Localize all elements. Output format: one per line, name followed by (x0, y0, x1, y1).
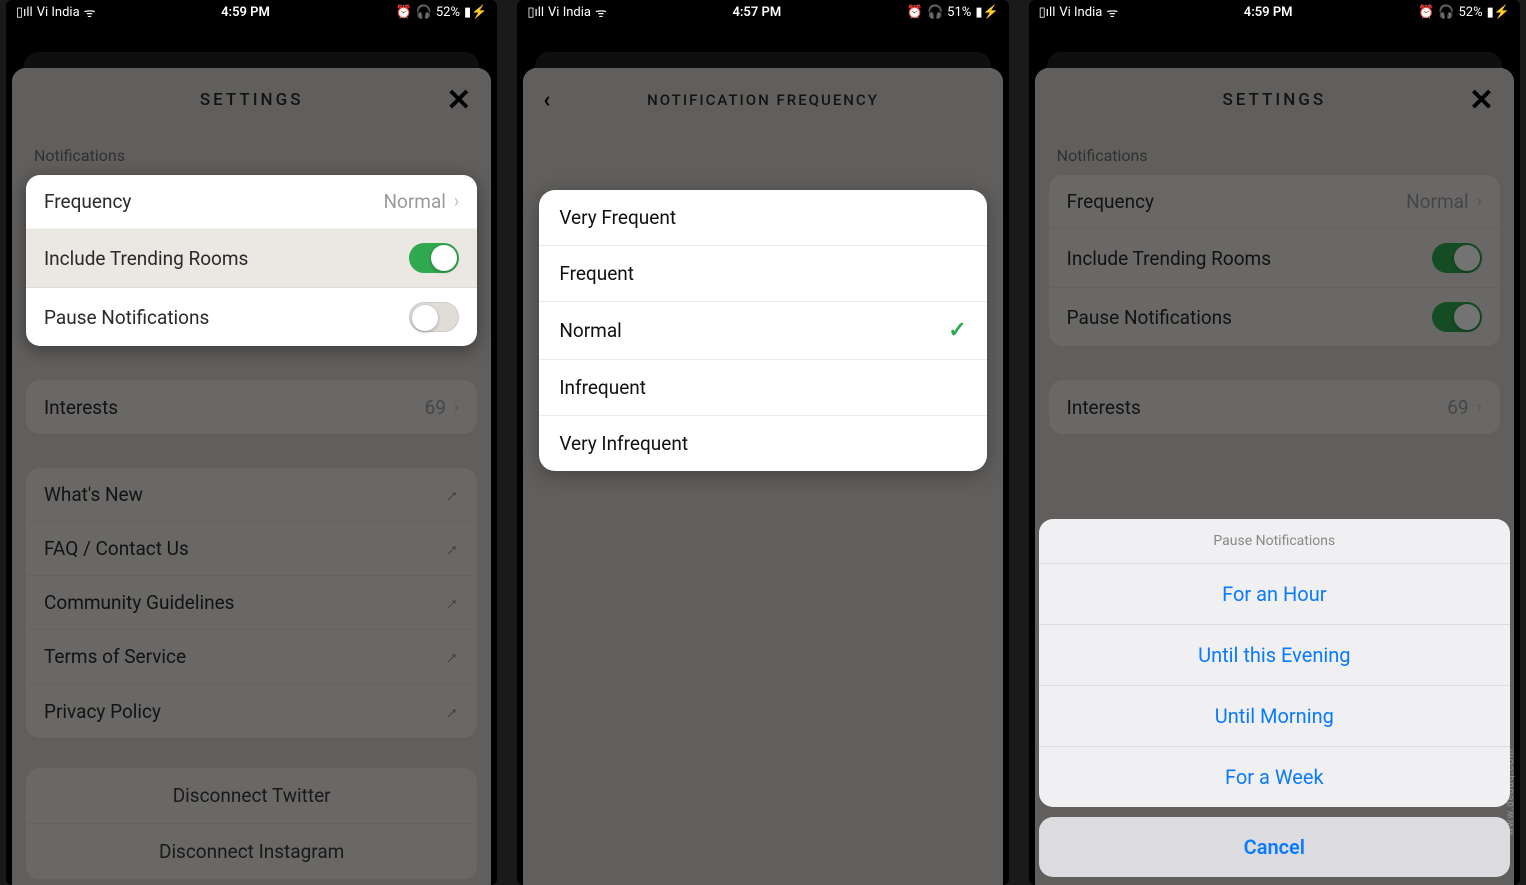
frequency-row[interactable]: Frequency Normal › (26, 175, 477, 229)
page-title: NOTIFICATION FREQUENCY (647, 91, 879, 109)
frequency-row[interactable]: Frequency Normal › (1049, 175, 1500, 229)
pause-week-option[interactable]: For a Week (1039, 747, 1510, 807)
terms-row[interactable]: Terms of Service → (26, 630, 477, 684)
screenshot-2: ▯ıll Vi India ᯤ 4:57 PM ⏰ 🎧 51% ▮⚡ ‹ NOT… (517, 0, 1008, 885)
pause-label: Pause Notifications (44, 306, 209, 329)
carrier-label: Vi India (37, 5, 80, 20)
status-bar: ▯ıll Vi India ᯤ 4:59 PM ⏰ 🎧 52% ▮⚡ (1029, 0, 1520, 22)
freq-option-very-infrequent[interactable]: Very Infrequent (539, 416, 986, 471)
status-time: 4:57 PM (732, 5, 781, 20)
wifi-icon: ᯤ (595, 3, 607, 21)
page-title: SETTINGS (200, 90, 304, 110)
freq-option-frequent[interactable]: Frequent (539, 246, 986, 302)
settings-sheet: SETTINGS ✕ Notifications Frequency Norma… (12, 68, 491, 885)
pause-row[interactable]: Pause Notifications (1049, 288, 1500, 346)
battery-icon: ▮⚡ (464, 5, 487, 20)
chevron-right-icon: › (1477, 191, 1482, 212)
disconnect-instagram-button[interactable]: Disconnect Instagram (26, 824, 477, 880)
frequency-options-card: Very Frequent Frequent Normal ✓ Infreque… (539, 190, 986, 471)
close-icon[interactable]: ✕ (1469, 83, 1494, 118)
status-time: 4:59 PM (221, 5, 270, 20)
freq-option-normal[interactable]: Normal ✓ (539, 302, 986, 360)
frequency-value: Normal (383, 190, 445, 213)
community-row[interactable]: Community Guidelines → (26, 576, 477, 630)
sheet-title: Pause Notifications (1039, 519, 1510, 564)
trending-label: Include Trending Rooms (44, 247, 248, 270)
status-bar: ▯ıll Vi India ᯤ 4:59 PM ⏰ 🎧 52% ▮⚡ (6, 0, 497, 22)
whats-new-row[interactable]: What's New → (26, 468, 477, 522)
back-icon[interactable]: ‹ (543, 88, 550, 113)
signal-icon: ▯ıll (1039, 5, 1056, 20)
pause-toggle[interactable] (1432, 302, 1482, 332)
section-notifications: Notifications (1035, 132, 1514, 171)
headphones-icon: 🎧 (927, 5, 943, 20)
interests-count: 69 (425, 396, 446, 419)
chevron-right-icon: › (1477, 397, 1482, 418)
status-time: 4:59 PM (1244, 5, 1293, 20)
battery-icon: ▮⚡ (975, 5, 998, 20)
headphones-icon: 🎧 (1438, 5, 1454, 20)
battery-label: 52% (1459, 5, 1483, 20)
faq-row[interactable]: FAQ / Contact Us → (26, 522, 477, 576)
screenshot-3: ▯ıll Vi India ᯤ 4:59 PM ⏰ 🎧 52% ▮⚡ SETTI… (1029, 0, 1520, 885)
external-link-icon: → (437, 535, 465, 563)
trending-row[interactable]: Include Trending Rooms (26, 229, 477, 288)
disconnect-twitter-button[interactable]: Disconnect Twitter (26, 768, 477, 824)
external-link-icon: → (437, 481, 465, 509)
alarm-icon: ⏰ (907, 5, 923, 20)
pause-morning-option[interactable]: Until Morning (1039, 686, 1510, 747)
close-icon[interactable]: ✕ (446, 83, 471, 118)
section-notifications: Notifications (12, 132, 491, 171)
signal-icon: ▯ıll (16, 5, 33, 20)
alarm-icon: ⏰ (1418, 5, 1434, 20)
check-icon: ✓ (948, 318, 966, 343)
interests-label: Interests (44, 396, 118, 419)
pause-toggle[interactable] (409, 302, 459, 332)
pause-row[interactable]: Pause Notifications (26, 288, 477, 346)
freq-option-infrequent[interactable]: Infrequent (539, 360, 986, 416)
battery-label: 52% (436, 5, 460, 20)
headphones-icon: 🎧 (416, 5, 432, 20)
external-link-icon: → (437, 697, 465, 725)
wifi-icon: ᯤ (1106, 3, 1118, 21)
privacy-row[interactable]: Privacy Policy → (26, 684, 477, 738)
pause-action-sheet: Pause Notifications For an Hour Until th… (1039, 519, 1510, 877)
battery-label: 51% (947, 5, 971, 20)
carrier-label: Vi India (1059, 5, 1102, 20)
page-title: SETTINGS (1222, 90, 1326, 110)
wifi-icon: ᯤ (84, 3, 96, 21)
freq-option-very-frequent[interactable]: Very Frequent (539, 190, 986, 246)
battery-icon: ▮⚡ (1487, 5, 1510, 20)
interests-row[interactable]: Interests 69 › (1049, 380, 1500, 434)
external-link-icon: → (437, 589, 465, 617)
trending-toggle[interactable] (409, 243, 459, 273)
signal-icon: ▯ıll (527, 5, 544, 20)
pause-evening-option[interactable]: Until this Evening (1039, 625, 1510, 686)
cancel-button[interactable]: Cancel (1039, 817, 1510, 877)
external-link-icon: → (437, 643, 465, 671)
trending-row[interactable]: Include Trending Rooms (1049, 229, 1500, 288)
chevron-right-icon: › (454, 191, 459, 212)
screenshot-1: ▯ıll Vi India ᯤ 4:59 PM ⏰ 🎧 52% ▮⚡ SETTI… (6, 0, 497, 885)
chevron-right-icon: › (454, 397, 459, 418)
status-bar: ▯ıll Vi India ᯤ 4:57 PM ⏰ 🎧 51% ▮⚡ (517, 0, 1008, 22)
alarm-icon: ⏰ (395, 5, 411, 20)
pause-hour-option[interactable]: For an Hour (1039, 564, 1510, 625)
frequency-label: Frequency (44, 190, 131, 213)
trending-toggle[interactable] (1432, 243, 1482, 273)
interests-row[interactable]: Interests 69 › (26, 380, 477, 434)
carrier-label: Vi India (548, 5, 591, 20)
